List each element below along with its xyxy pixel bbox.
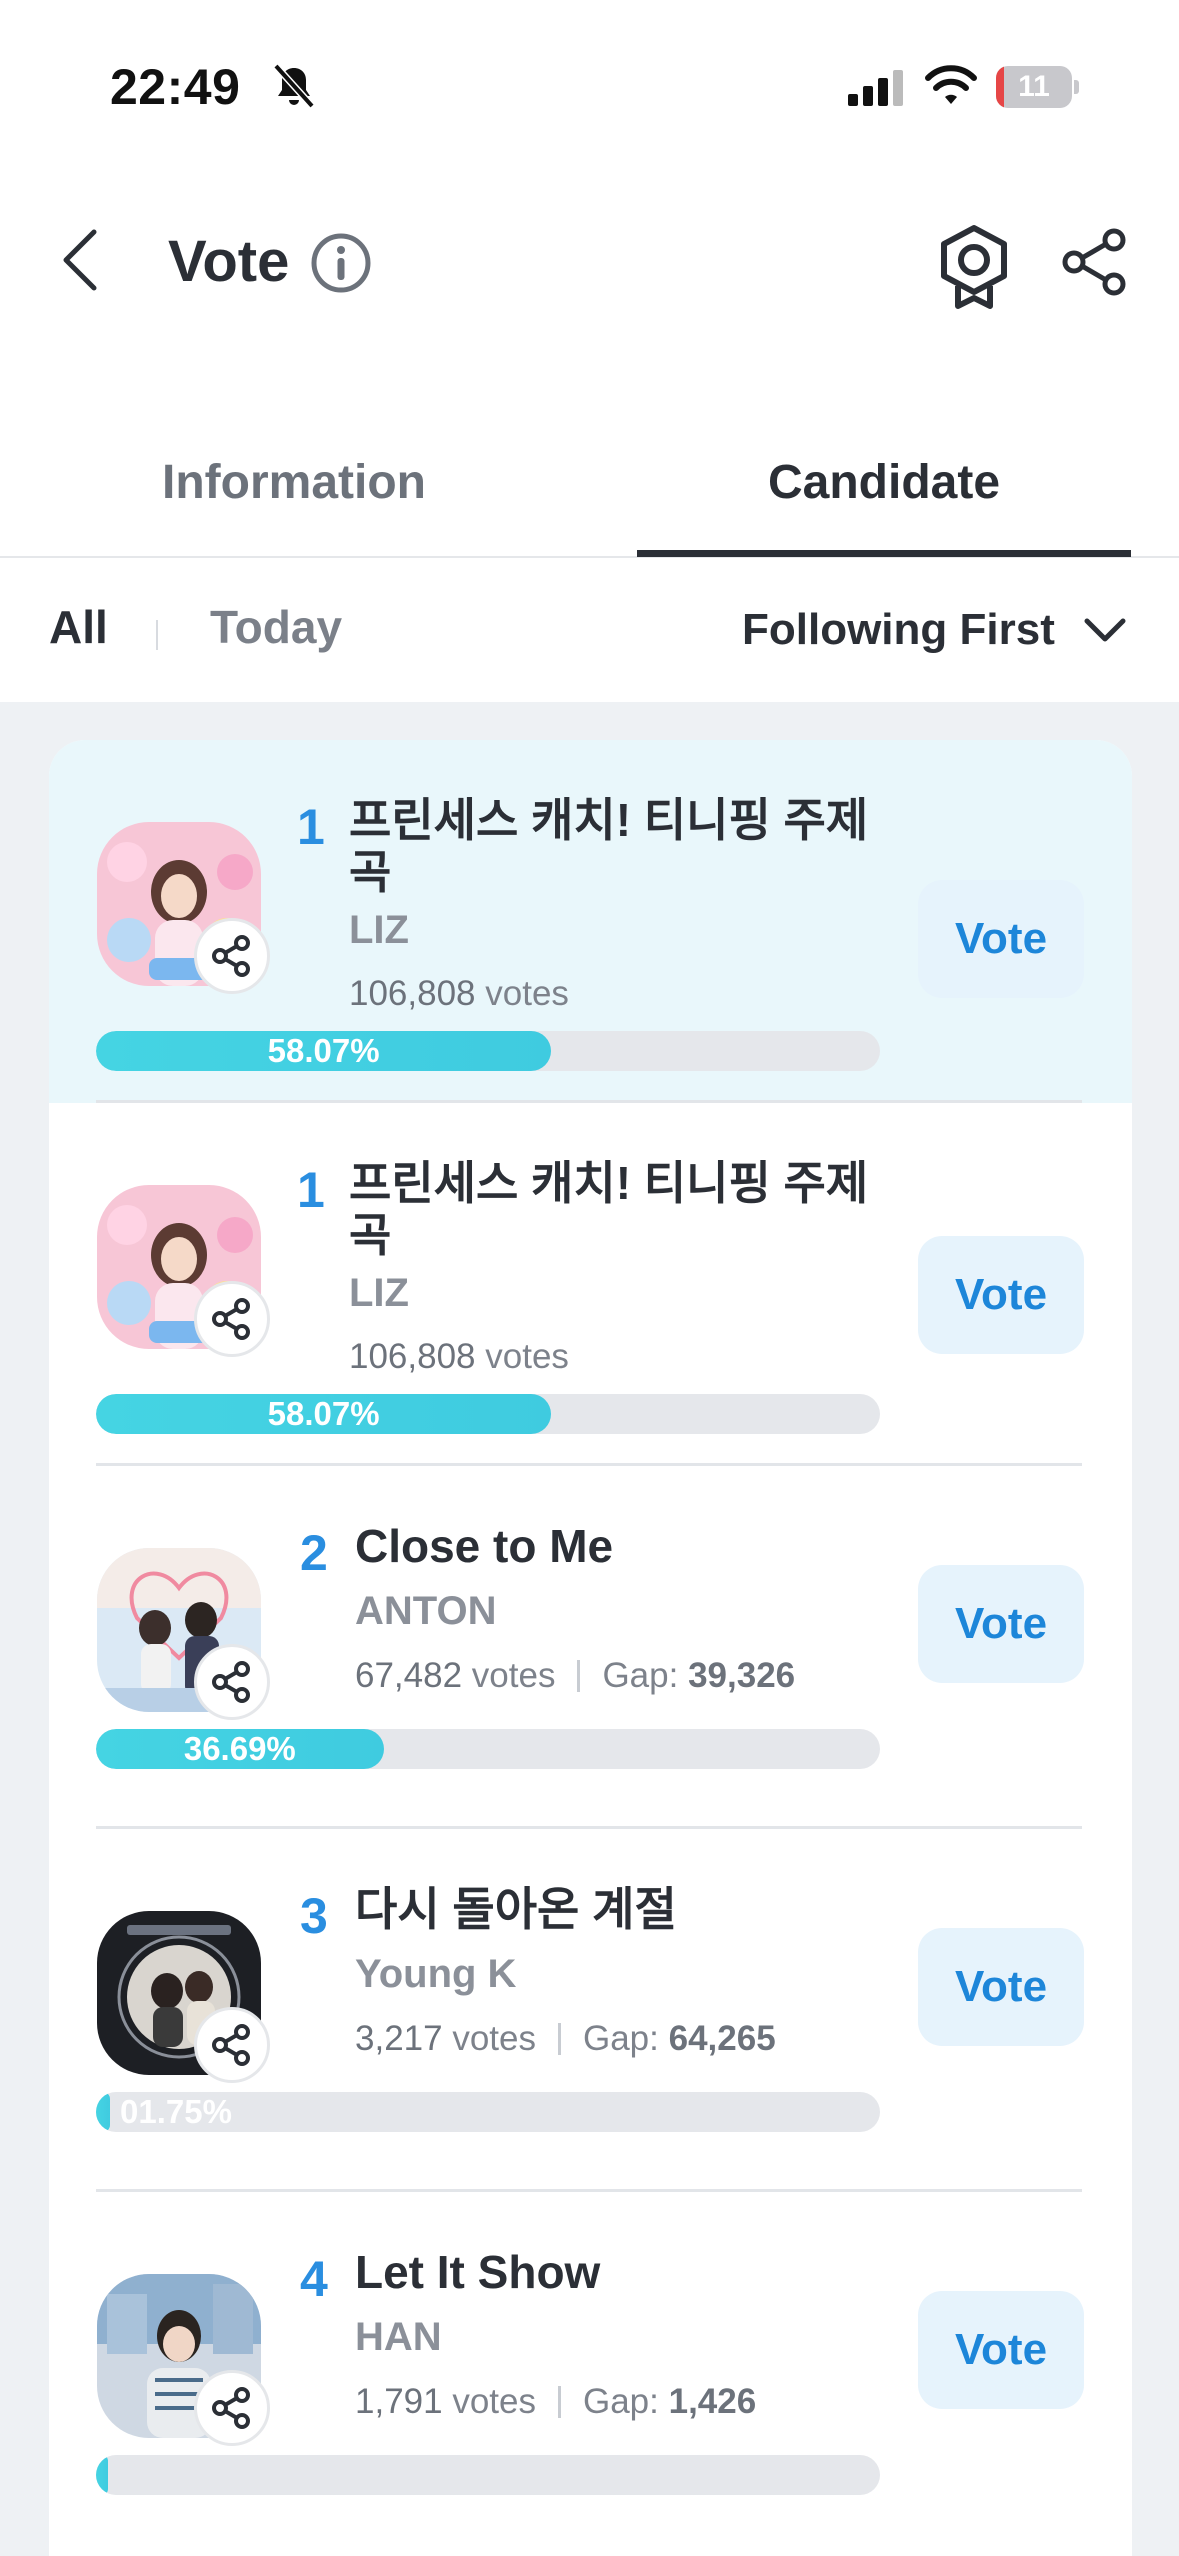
vote-count: 1,791 votes Gap: 1,426	[355, 2382, 757, 2421]
active-tab-indicator	[637, 550, 1131, 557]
share-icon	[212, 935, 250, 977]
status-bar: 22:49 11	[0, 0, 1179, 150]
vote-button[interactable]: Vote	[918, 880, 1084, 998]
share-candidate-button[interactable]	[194, 918, 270, 994]
progress-fill	[96, 2092, 110, 2132]
candidate-row[interactable]: 1 프린세스 캐치! 티니핑 주제곡 LIZ 106,808 votes 58.…	[49, 740, 1132, 1103]
percent-label: 58.07%	[267, 1032, 380, 1069]
rank-number: 4	[300, 2251, 328, 2307]
candidate-row[interactable]: 1 프린세스 캐치! 티니핑 주제곡 LIZ 106,808 votes 58.…	[49, 1103, 1132, 1466]
artist-name: LIZ	[349, 1271, 409, 1315]
candidate-row[interactable]: 3 다시 돌아온 계절 Young K 3,217 votes Gap: 64,2…	[49, 1829, 1132, 2192]
vote-progress-bar	[96, 2455, 880, 2495]
rank-number: 3	[300, 1888, 328, 1944]
artist-name: LIZ	[349, 908, 409, 952]
artist-name: HAN	[355, 2315, 442, 2359]
sort-label: Following First	[742, 605, 1055, 654]
status-time: 22:49	[110, 59, 241, 115]
song-title: Let It Show	[355, 2246, 601, 2298]
share-candidate-button[interactable]	[194, 1281, 270, 1357]
battery-icon: 11	[996, 66, 1080, 108]
medal-badge-icon[interactable]	[934, 224, 1014, 310]
percent-label: 01.75%	[120, 2093, 232, 2130]
vote-count: 106,808 votes	[349, 974, 569, 1013]
share-candidate-button[interactable]	[194, 1644, 270, 1720]
wifi-icon	[925, 65, 977, 104]
battery-percent: 11	[1018, 70, 1050, 103]
gap-value: 39,326	[688, 1656, 796, 1695]
song-title: 다시 돌아온 계절	[355, 1883, 677, 1935]
sort-dropdown[interactable]: Following First	[742, 600, 1127, 660]
share-candidate-button[interactable]	[194, 2007, 270, 2083]
cellular-signal-icon	[848, 70, 903, 106]
progress-fill	[96, 2455, 108, 2495]
gap-value: 64,265	[668, 2019, 776, 2058]
tab-candidate[interactable]: Candidate	[634, 455, 1134, 510]
vote-count: 3,217 votes Gap: 64,265	[355, 2019, 776, 2058]
percent-label: 36.69%	[183, 1730, 296, 1767]
tab-bar: Information Candidate	[0, 425, 1179, 558]
song-title: 프린세스 캐치! 티니핑 주제곡	[349, 1157, 869, 1261]
filter-row: All Today Following First	[0, 560, 1179, 702]
candidate-list: 1 프린세스 캐치! 티니핑 주제곡 LIZ 106,808 votes 58.…	[49, 740, 1132, 2556]
share-icon	[212, 1298, 250, 1340]
vote-button[interactable]: Vote	[918, 1928, 1084, 2046]
filter-today[interactable]: Today	[210, 600, 342, 654]
chevron-down-icon	[1084, 618, 1126, 642]
page-title: Vote	[168, 229, 290, 294]
filter-all[interactable]: All	[49, 600, 108, 654]
vote-count: 67,482 votes Gap: 39,326	[355, 1656, 796, 1695]
filter-divider	[156, 620, 158, 650]
vote-button[interactable]: Vote	[918, 1236, 1084, 1354]
share-icon	[212, 1661, 250, 1703]
gap-value: 1,426	[668, 2382, 757, 2421]
chevron-left-icon	[63, 229, 97, 291]
info-icon[interactable]	[310, 232, 372, 294]
share-icon	[212, 2024, 250, 2066]
bell-off-icon	[273, 63, 315, 109]
candidate-row[interactable]: 4 Let It Show HAN 1,791 votes Gap: 1,426 …	[49, 2192, 1132, 2555]
vote-progress-bar: 36.69%	[96, 1729, 880, 1769]
header: Vote	[0, 190, 1179, 340]
vote-button[interactable]: Vote	[918, 2291, 1084, 2409]
vote-progress-bar: 58.07%	[96, 1031, 880, 1071]
vote-button[interactable]: Vote	[918, 1565, 1084, 1683]
vote-progress-bar: 01.75%	[96, 2092, 880, 2132]
vote-progress-bar: 58.07%	[96, 1394, 880, 1434]
artist-name: Young K	[355, 1952, 517, 1996]
share-candidate-button[interactable]	[194, 2370, 270, 2446]
share-icon[interactable]	[1058, 226, 1130, 298]
percent-label: 58.07%	[267, 1395, 380, 1432]
candidate-row[interactable]: 2 Close to Me ANTON 67,482 votes Gap: 39,…	[49, 1466, 1132, 1829]
artist-name: ANTON	[355, 1589, 497, 1633]
back-button[interactable]	[50, 220, 110, 300]
rank-number: 2	[300, 1525, 328, 1581]
vote-count: 106,808 votes	[349, 1337, 569, 1376]
song-title: 프린세스 캐치! 티니핑 주제곡	[349, 794, 869, 898]
song-title: Close to Me	[355, 1520, 614, 1572]
rank-number: 1	[297, 1162, 325, 1218]
tab-information[interactable]: Information	[44, 455, 544, 510]
share-icon	[212, 2387, 250, 2429]
rank-number: 1	[297, 799, 325, 855]
